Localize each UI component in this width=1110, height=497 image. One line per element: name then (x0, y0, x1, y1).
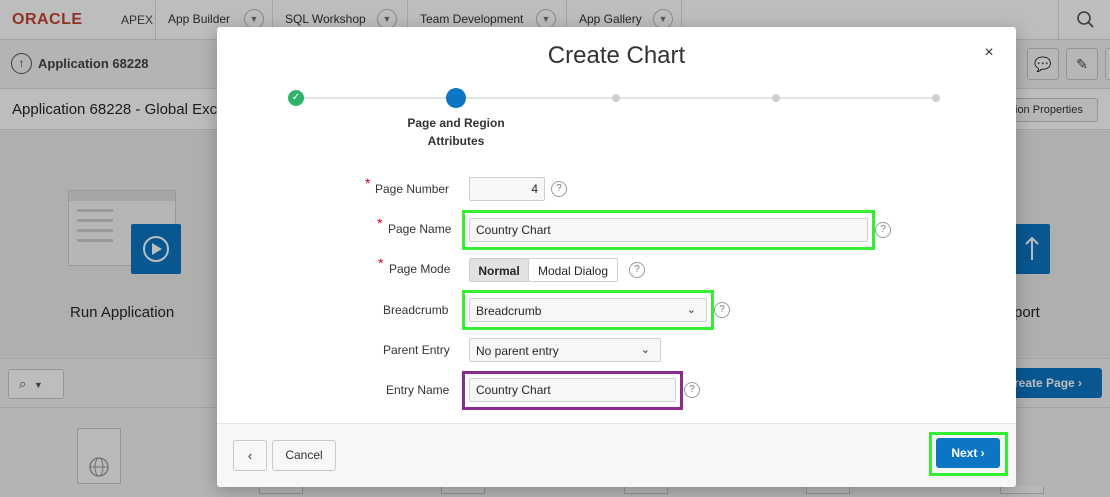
create-chart-dialog: Create Chart × ✓ Page and Region Attribu… (217, 27, 1016, 487)
page-name-input[interactable] (469, 218, 868, 242)
parent-entry-select-value: No parent entry (476, 344, 559, 358)
next-button[interactable]: Next › (936, 438, 1000, 468)
chevron-right-icon: › (980, 446, 985, 460)
cancel-button[interactable]: Cancel (272, 440, 336, 471)
page-number-label: Page Number (375, 182, 450, 196)
breadcrumb-select-value: Breadcrumb (476, 304, 542, 318)
page-name-label: Page Name (388, 222, 452, 236)
page-mode-label: Page Mode (389, 262, 451, 276)
chevron-down-icon: ⌄ (686, 304, 696, 316)
breadcrumb-label: Breadcrumb (383, 303, 449, 317)
chevron-down-icon: ⌄ (640, 344, 650, 356)
wizard-step-pending (932, 94, 940, 102)
help-icon[interactable]: ? (551, 181, 567, 197)
next-button-label: Next (951, 446, 978, 460)
wizard-current-step-label: Page and Region Attributes (407, 116, 505, 148)
parent-entry-label: Parent Entry (383, 343, 450, 357)
help-icon[interactable]: ? (684, 382, 700, 398)
wizard-step-pending (772, 94, 780, 102)
chevron-left-icon: ‹ (247, 448, 253, 463)
page-mode-modal-dialog-option[interactable]: Modal Dialog (528, 258, 618, 282)
close-icon[interactable]: × (979, 43, 999, 63)
required-marker: * (365, 175, 371, 191)
wizard-step-completed-checkmark-icon: ✓ (288, 90, 304, 106)
help-icon[interactable]: ? (875, 222, 891, 238)
parent-entry-select[interactable]: No parent entry ⌄ (469, 338, 661, 362)
help-icon[interactable]: ? (629, 262, 645, 278)
entry-name-input[interactable] (469, 378, 676, 402)
dialog-title: Create Chart (547, 42, 686, 69)
breadcrumb-select[interactable]: Breadcrumb ⌄ (469, 298, 707, 322)
required-marker: * (378, 255, 384, 271)
previous-step-button[interactable]: ‹ (233, 440, 267, 471)
wizard-step-pending (612, 94, 620, 102)
required-marker: * (377, 215, 383, 231)
page-number-input[interactable] (469, 177, 545, 201)
dialog-footer: ‹ Cancel Next › (217, 423, 1016, 487)
page-mode-normal-option[interactable]: Normal (469, 258, 529, 282)
help-icon[interactable]: ? (714, 302, 730, 318)
wizard-step-current (446, 88, 466, 108)
entry-name-label: Entry Name (386, 383, 450, 397)
